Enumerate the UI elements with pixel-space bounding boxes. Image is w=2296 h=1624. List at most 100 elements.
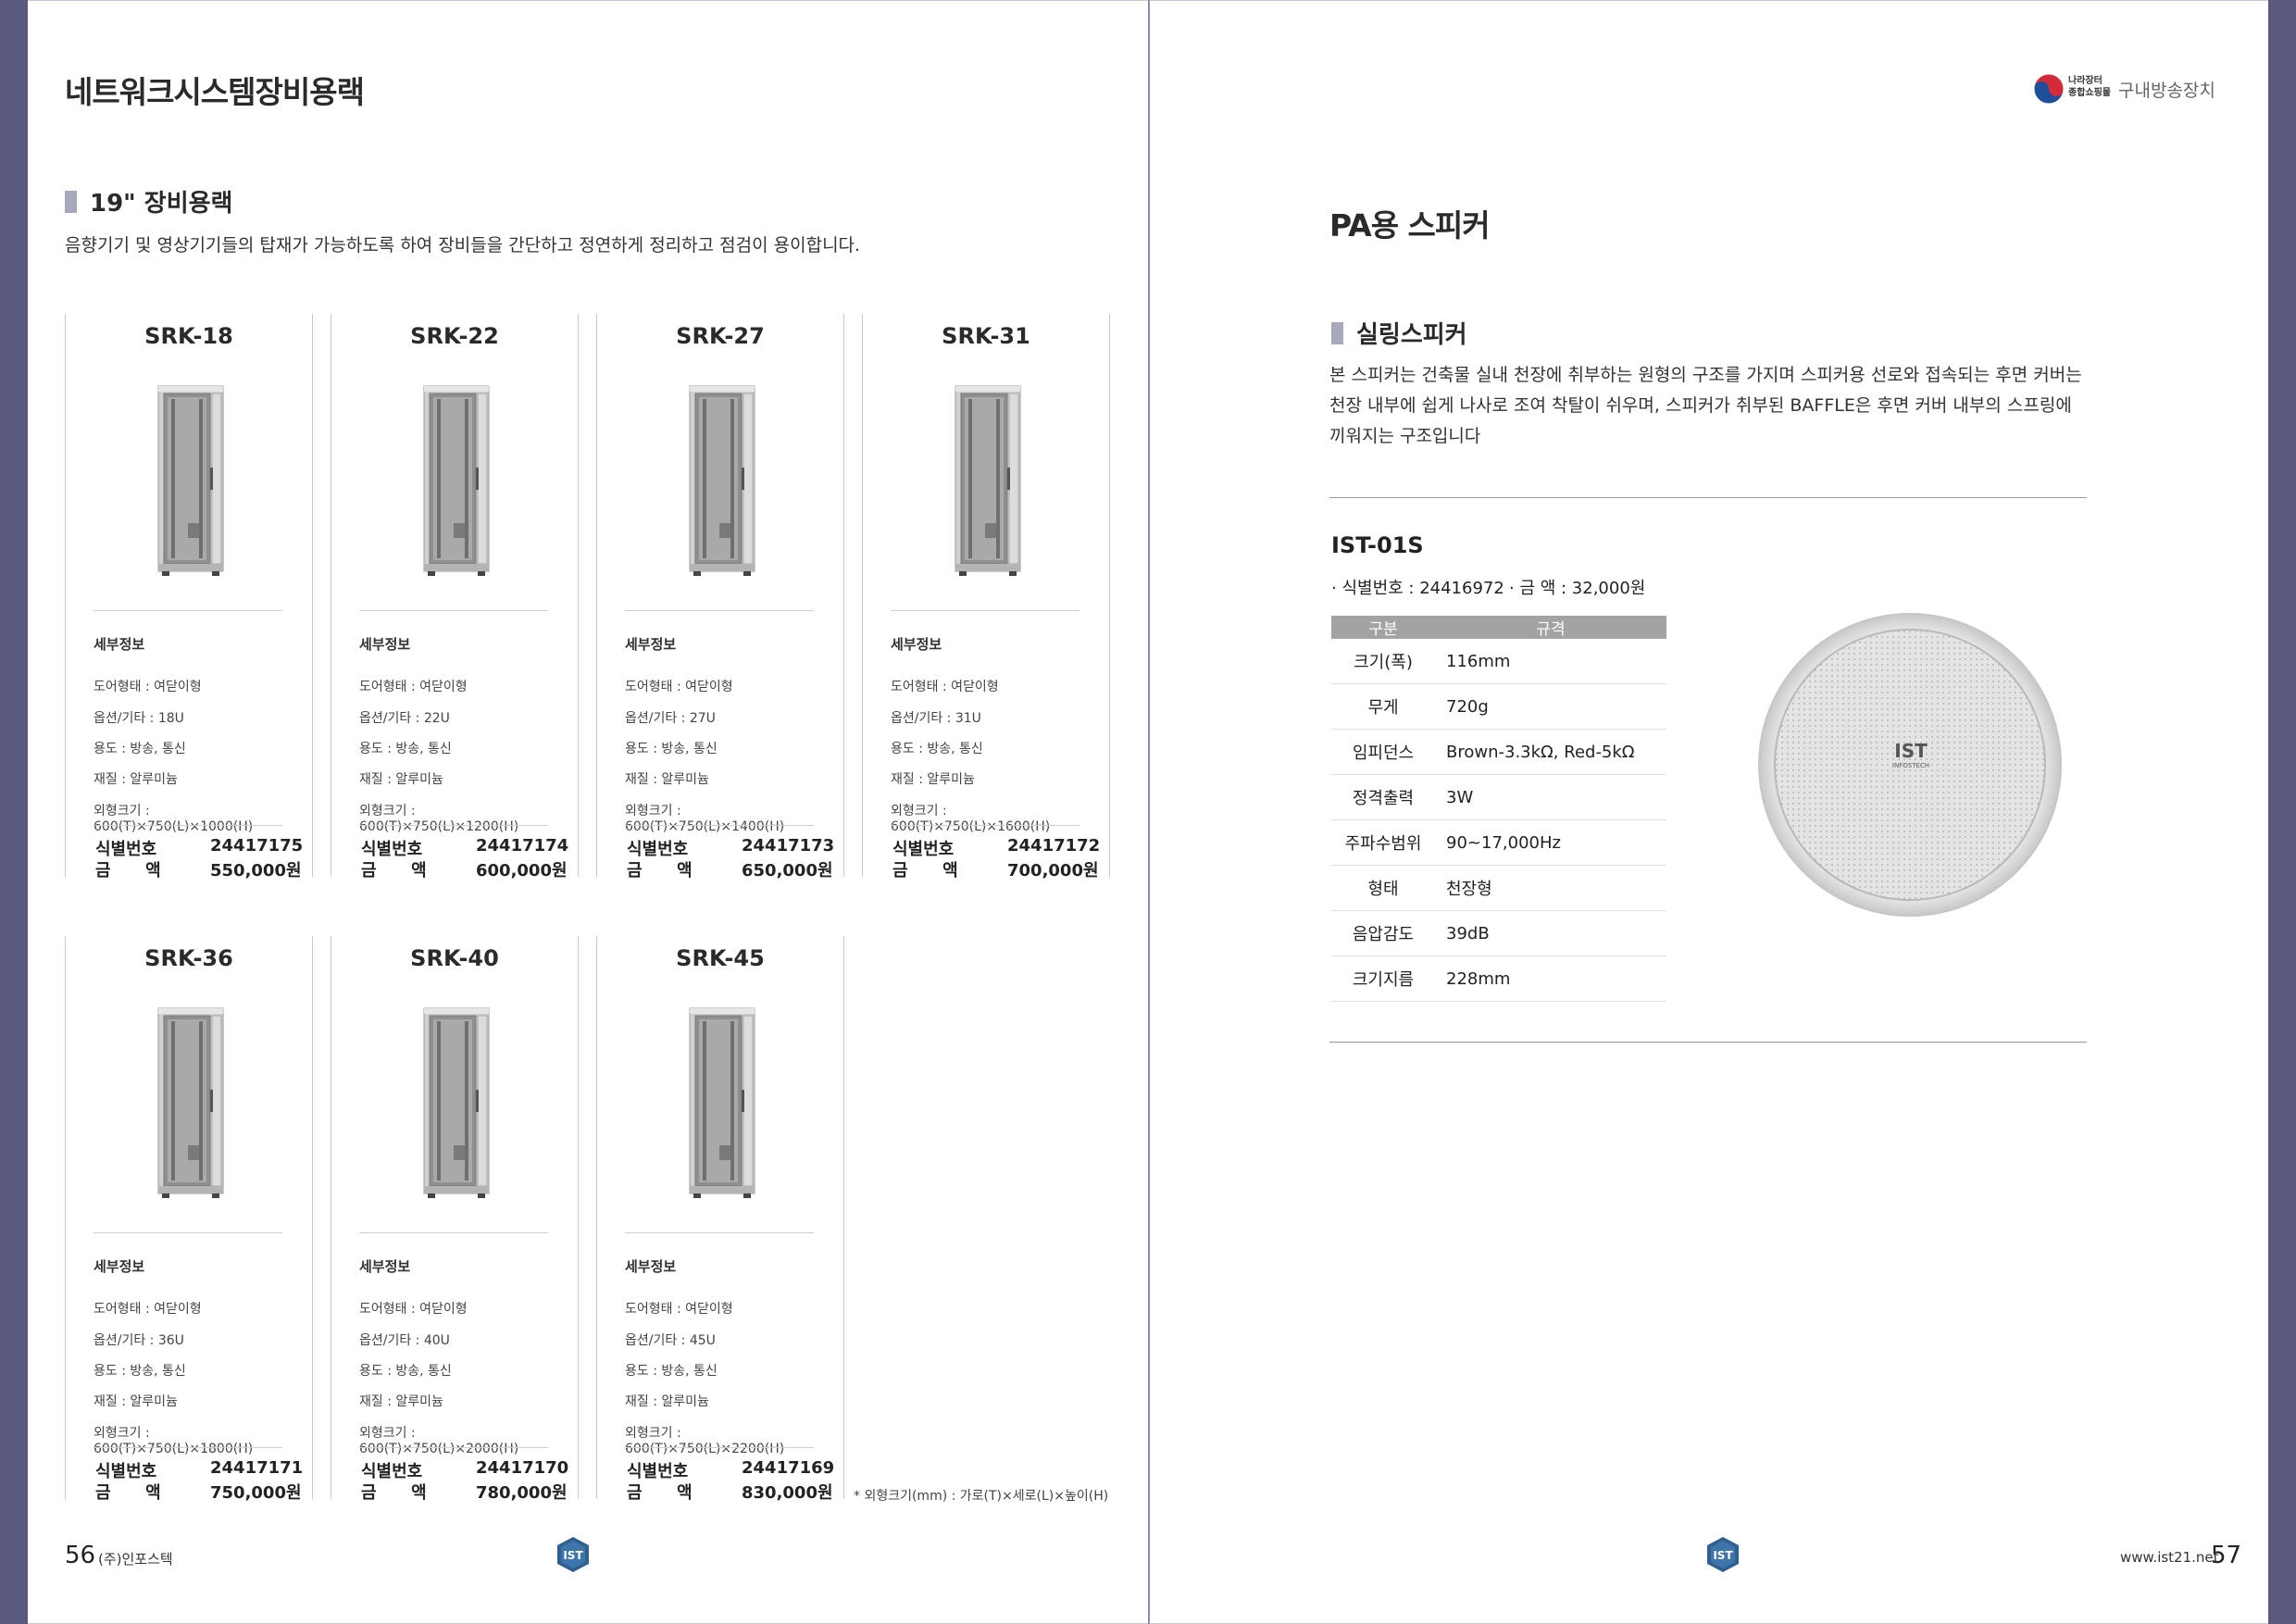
price-value: 600,000원 — [476, 861, 568, 881]
spec-usage: 용도 : 방송, 통신 — [94, 742, 186, 756]
price-label: 금 액 — [627, 1483, 693, 1503]
spec-option: 옵션/기타 : 40U — [359, 1333, 450, 1348]
table-row: 형태 천장형 — [1331, 865, 1666, 911]
svg-text:IST: IST — [563, 1549, 583, 1562]
spec-outer-size: 외형크기 : 600(T)×750(L)×1600(H) — [891, 804, 1051, 834]
spec-key: 크기지름 — [1331, 956, 1435, 1002]
table-row: 음압감도 39dB — [1331, 910, 1666, 956]
spec-usage: 용도 : 방송, 통신 — [625, 742, 718, 756]
spec-option: 옵션/기타 : 18U — [94, 711, 184, 726]
spec-option: 옵션/기타 : 45U — [625, 1333, 716, 1348]
table-row: 임피던스 Brown-3.3kΩ, Red-5kΩ — [1331, 729, 1666, 775]
product-card: SRK-31 세부정보 도어형태 : 여닫이형 옵션/기타 : 31U 용도 : 방송… — [862, 314, 1110, 881]
speaker-logo-text: IST — [1894, 740, 1928, 762]
product-name: SRK-22 — [410, 323, 499, 349]
card-divider — [359, 610, 548, 611]
divider-top — [1329, 497, 2087, 498]
spec-key: 크기(폭) — [1331, 639, 1435, 684]
product-name: SRK-18 — [144, 323, 233, 349]
right-page: 나라장터 종합쇼핑몰 구내방송장치 PA용 스피커 실링스피커 본 스피커는 건… — [1150, 0, 2268, 1624]
section-description: 본 스피커는 건축물 실내 천장에 취부하는 원형의 구조를 가지며 스피커용 … — [1329, 360, 2082, 452]
spec-material: 재질 : 알루미늄 — [359, 772, 443, 787]
spec-material: 재질 : 알루미늄 — [94, 1394, 178, 1409]
card-divider — [891, 610, 1079, 611]
spec-value: 천장형 — [1435, 865, 1666, 911]
spec-door-type: 도어형태 : 여닫이형 — [359, 1302, 468, 1317]
footnote: * 외형크기(mm) : 가로(T)×세로(L)×높이(H) — [854, 1489, 1109, 1504]
spec-option: 옵션/기타 : 36U — [94, 1333, 184, 1348]
id-value: 24417173 — [742, 836, 835, 856]
product-card: SRK-22 세부정보 도어형태 : 여닫이형 옵션/기타 : 22U 용도 : 방송… — [331, 314, 579, 881]
id-value: 24417171 — [210, 1458, 304, 1478]
card-divider — [625, 610, 814, 611]
detail-heading: 세부정보 — [359, 636, 411, 653]
page-title: 네트워크시스템장비용랙 — [65, 74, 365, 110]
card-divider — [625, 825, 814, 826]
product-card: SRK-27 세부정보 도어형태 : 여닫이형 옵션/기타 : 27U 용도 : 방송… — [596, 314, 844, 881]
card-divider — [625, 1232, 814, 1233]
detail-heading: 세부정보 — [94, 636, 145, 653]
speaker-logo-subtext: INFOSTECH — [1891, 762, 1930, 769]
price-label: 금 액 — [95, 861, 161, 881]
card-divider — [891, 825, 1079, 826]
spec-outer-size: 외형크기 : 600(T)×750(L)×2200(H) — [625, 1426, 785, 1456]
section-title-text: 19" 장비용랙 — [90, 190, 233, 218]
price-label: 금 액 — [361, 1483, 427, 1503]
spec-material: 재질 : 알루미늄 — [625, 1394, 709, 1409]
id-value: 24417169 — [742, 1458, 835, 1478]
id-value: 24417170 — [476, 1458, 569, 1478]
svg-text:IST: IST — [1713, 1549, 1733, 1562]
spec-value: Brown-3.3kΩ, Red-5kΩ — [1435, 729, 1666, 775]
header-badge-line1: 나라장터 — [2068, 76, 2103, 86]
spec-value: 39dB — [1435, 910, 1666, 956]
card-divider — [359, 1232, 548, 1233]
company-logo-icon: IST — [1707, 1537, 1739, 1572]
spec-door-type: 도어형태 : 여닫이형 — [625, 1302, 733, 1317]
spec-table-header: 구분 규격 — [1331, 616, 1666, 639]
table-row: 주파수범위 90~17,000Hz — [1331, 819, 1666, 866]
product-name: SRK-31 — [942, 323, 1030, 349]
spec-usage: 용도 : 방송, 통신 — [359, 742, 452, 756]
company-name: (주)인포스텍 — [98, 1551, 173, 1568]
price-value: 750,000원 — [210, 1483, 302, 1503]
website-link[interactable]: www.ist21.net — [2120, 1549, 2219, 1566]
spec-outer-size: 외형크기 : 600(T)×750(L)×1800(H) — [94, 1426, 254, 1456]
card-divider — [359, 825, 548, 826]
spec-material: 재질 : 알루미늄 — [625, 772, 709, 787]
header-category: 구내방송장치 — [2118, 81, 2215, 101]
price-label: 금 액 — [627, 861, 693, 881]
table-row: 크기(폭) 116mm — [1331, 639, 1666, 684]
company-logo-icon: IST — [557, 1537, 589, 1572]
divider-bottom — [1329, 1042, 2087, 1043]
section-bar-icon — [1331, 321, 1343, 344]
table-row: 정격출력 3W — [1331, 774, 1666, 820]
product-card: SRK-18 세부정보 도어형태 : 여닫이형 옵션/기타 : 18U 용도 : 방송… — [65, 314, 313, 881]
section-description: 음향기기 및 영상기기들의 탑재가 가능하도록 하여 장비들을 간단하고 정연하… — [65, 235, 861, 256]
page-number: 57 — [2211, 1542, 2242, 1569]
price-value: 650,000원 — [742, 861, 833, 881]
rack-cabinet-image — [689, 1007, 755, 1198]
product-name: SRK-40 — [410, 945, 499, 971]
rack-cabinet-image — [955, 385, 1021, 576]
id-value: 24417175 — [210, 836, 304, 856]
table-row: 무게 720g — [1331, 683, 1666, 730]
rack-cabinet-image — [423, 385, 490, 576]
spec-door-type: 도어형태 : 여닫이형 — [891, 680, 999, 694]
spec-header-category: 구분 — [1331, 616, 1435, 639]
spec-material: 재질 : 알루미늄 — [94, 772, 178, 787]
price-label: 금 액 — [361, 861, 427, 881]
header-badge: 나라장터 종합쇼핑몰 — [2068, 75, 2111, 99]
price-label: 금 액 — [95, 1483, 161, 1503]
header-badge-line2: 종합쇼핑몰 — [2068, 88, 2111, 98]
spec-door-type: 도어형태 : 여닫이형 — [94, 1302, 202, 1317]
product-card: SRK-36 세부정보 도어형태 : 여닫이형 옵션/기타 : 36U 용도 : 방송… — [65, 936, 313, 1503]
description-line: 본 스피커는 건축물 실내 천장에 취부하는 원형의 구조를 가지며 스피커용 … — [1329, 365, 2082, 385]
rack-cabinet-image — [157, 385, 224, 576]
spec-value: 228mm — [1435, 956, 1666, 1002]
spec-key: 주파수범위 — [1331, 819, 1435, 866]
spec-usage: 용도 : 방송, 통신 — [625, 1364, 718, 1379]
price-value: 550,000원 — [210, 861, 302, 881]
product-price: · 금 액 : 32,000원 — [1509, 579, 1646, 598]
detail-heading: 세부정보 — [359, 1258, 411, 1275]
section-title-text: 실링스피커 — [1356, 321, 1467, 349]
